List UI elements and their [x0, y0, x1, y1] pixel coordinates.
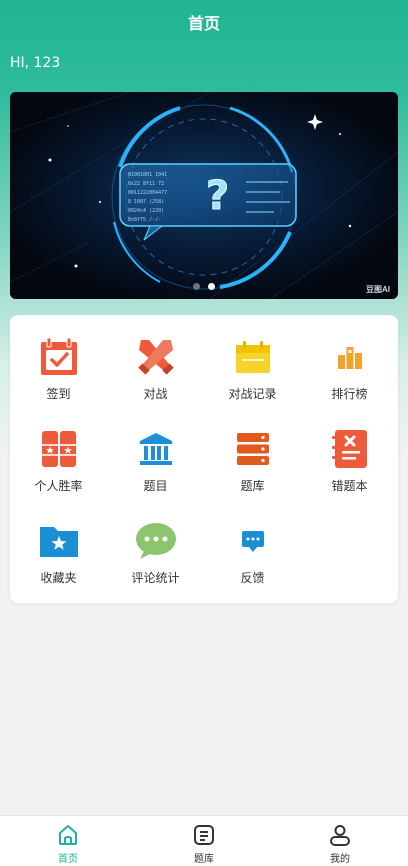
grid-item-label: 个人胜率: [34, 479, 83, 493]
banner-carousel[interactable]: 01001001 1041 0x22 8f11 72 0011222004477…: [10, 92, 398, 299]
carousel-dot-active[interactable]: [208, 283, 215, 290]
bank-icon: [134, 427, 178, 471]
feature-grid: 签到 对战 对战记录 排行榜 个人胜率 题目 题库 错题本 收藏夹 评论统计 反…: [10, 315, 398, 603]
database-icon: [231, 427, 275, 471]
svg-text:8 1007 (258): 8 1007 (258): [128, 199, 164, 205]
grid-item-leaderboard[interactable]: 排行榜: [301, 315, 398, 407]
grid-item-checkin[interactable]: 签到: [10, 315, 107, 407]
svg-text:0x22 8f11 72: 0x22 8f11 72: [128, 181, 164, 187]
home-icon: [59, 825, 77, 845]
user-icon: [330, 825, 350, 846]
calendar-icon: [231, 335, 275, 379]
grid-item-comment-stats[interactable]: 评论统计: [107, 499, 204, 591]
banner-image: 01001001 1041 0x22 8f11 72 0011222004477…: [10, 92, 398, 299]
notebook-x-icon: [328, 427, 372, 471]
calendar-check-icon: [37, 335, 81, 379]
grid-item-battle[interactable]: 对战: [107, 315, 204, 407]
svg-text:?: ?: [206, 173, 229, 219]
chat-bubble-icon: [134, 519, 178, 563]
greeting-text: HI, 123: [10, 55, 61, 71]
list-icon: [194, 825, 214, 845]
grid-item-label: 评论统计: [131, 571, 180, 585]
banner-watermark: 豆图AI: [366, 285, 390, 294]
grid-item-label: 对战记录: [228, 387, 277, 401]
grid-item-questions[interactable]: 题目: [107, 407, 204, 499]
grid-item-label: 题库: [240, 479, 265, 493]
grid-item-favorites[interactable]: 收藏夹: [10, 499, 107, 591]
tab-label: 首页: [58, 854, 78, 865]
tab-question-bank[interactable]: 题库: [136, 816, 272, 866]
grid-item-label: 反馈: [240, 571, 265, 585]
tab-label: 我的: [330, 854, 350, 865]
bottom-tab-bar: 首页 题库 我的: [0, 815, 408, 866]
grid-item-label: 签到: [46, 387, 71, 401]
svg-text:01001001 1041: 01001001 1041: [128, 172, 167, 178]
message-icon: [231, 519, 275, 563]
grid-item-label: 收藏夹: [40, 571, 77, 585]
cards-icon: [37, 427, 81, 471]
grid-item-battle-records[interactable]: 对战记录: [204, 315, 301, 407]
grid-item-label: 对战: [143, 387, 168, 401]
bar-chart-icon: [328, 335, 372, 379]
svg-text:0024c4 (220): 0024c4 (220): [128, 208, 164, 214]
carousel-dot[interactable]: [193, 283, 200, 290]
svg-text:0011222004477: 0011222004477: [128, 190, 167, 196]
grid-item-win-rate[interactable]: 个人胜率: [10, 407, 107, 499]
tab-mine[interactable]: 我的: [272, 816, 408, 866]
grid-item-label: 题目: [143, 479, 168, 493]
folder-star-icon: [37, 519, 81, 563]
crossed-swords-icon: [134, 335, 178, 379]
svg-text:0x8f75 /-/-: 0x8f75 /-/-: [128, 217, 161, 223]
grid-item-label: 排行榜: [331, 387, 368, 401]
page-title: 首页: [187, 14, 220, 33]
grid-item-question-bank[interactable]: 题库: [204, 407, 301, 499]
tab-label: 题库: [194, 854, 214, 865]
tab-home[interactable]: 首页: [0, 816, 136, 866]
carousel-indicator: [10, 283, 398, 290]
grid-item-feedback[interactable]: 反馈: [204, 499, 301, 591]
grid-item-label: 错题本: [331, 479, 368, 493]
grid-item-mistakes[interactable]: 错题本: [301, 407, 398, 499]
